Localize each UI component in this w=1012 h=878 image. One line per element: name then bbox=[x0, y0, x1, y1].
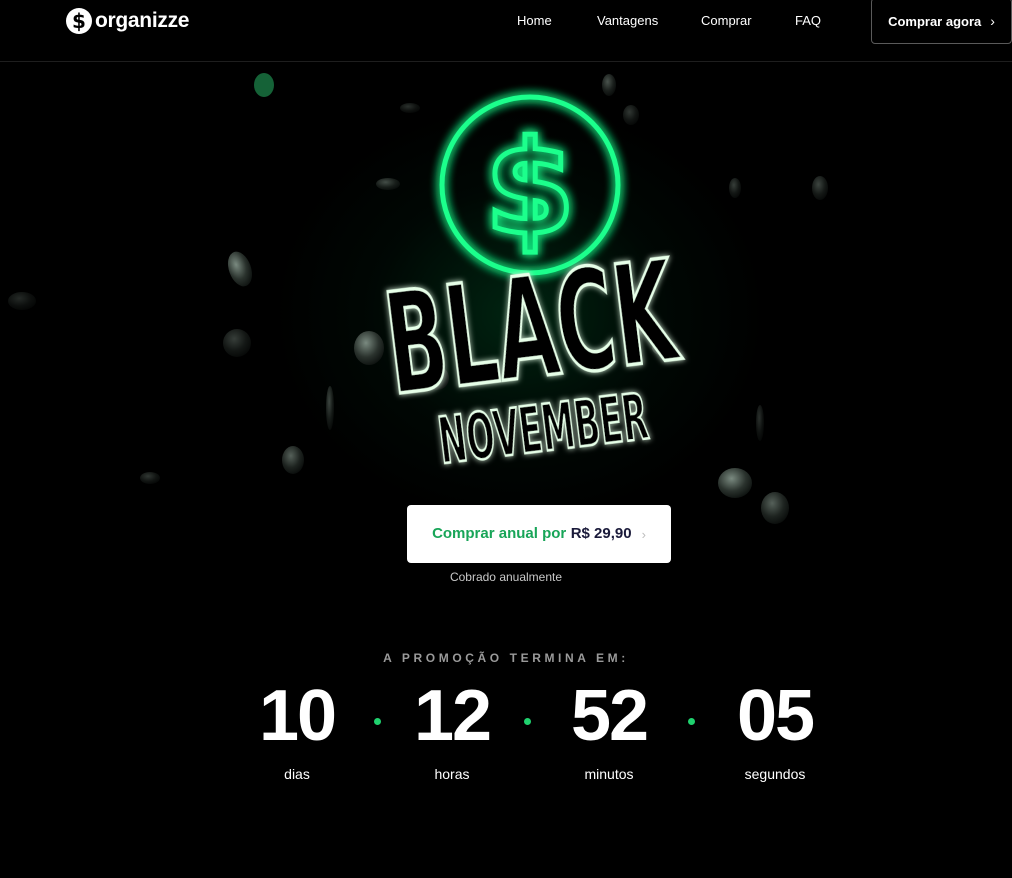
countdown-seconds-label: segundos bbox=[744, 766, 806, 782]
nav-item-home[interactable]: Home bbox=[517, 13, 552, 28]
countdown-minutes-label: minutos bbox=[584, 766, 634, 782]
countdown-days-label: dias bbox=[284, 766, 310, 782]
buy-annual-label: Comprar anual por bbox=[432, 525, 567, 542]
buy-now-button[interactable]: Comprar agora › bbox=[871, 0, 1012, 44]
hero-artwork: $ BLACK NOVEMBER bbox=[8, 73, 828, 524]
countdown-hours-value: 12 bbox=[413, 676, 492, 756]
countdown-title: A PROMOÇÃO TERMINA EM: bbox=[383, 651, 629, 665]
brand-name: organizze bbox=[95, 9, 190, 32]
billing-note: Cobrado anualmente bbox=[449, 570, 563, 584]
buy-annual-button[interactable]: Comprar anual por R$ 29,90 › bbox=[407, 505, 671, 563]
countdown-hours-label: horas bbox=[434, 766, 470, 782]
nav-item-vantagens[interactable]: Vantagens bbox=[597, 13, 658, 28]
chevron-right-icon: › bbox=[641, 526, 646, 542]
brand-logo[interactable]: $ organizze bbox=[66, 8, 189, 34]
countdown-separator-dot bbox=[688, 718, 695, 725]
dollar-logo-icon: $ bbox=[66, 8, 92, 34]
nav-item-comprar[interactable]: Comprar bbox=[701, 13, 752, 28]
hero-banner: $ BLACK NOVEMBER bbox=[0, 63, 1012, 563]
countdown-days-value: 10 bbox=[258, 676, 337, 756]
buy-annual-price: R$ 29,90 bbox=[570, 525, 632, 542]
top-navbar: $ organizze Home Vantagens Comprar FAQ C… bbox=[0, 0, 1012, 62]
countdown-minutes-value: 52 bbox=[570, 676, 649, 756]
nav-item-faq[interactable]: FAQ bbox=[795, 13, 821, 28]
emblem-dollar-glyph: $ bbox=[485, 112, 575, 264]
buy-now-label: Comprar agora bbox=[888, 13, 982, 29]
buy-annual-text: Comprar anual por R$ 29,90 bbox=[432, 525, 632, 543]
chevron-right-icon: › bbox=[990, 13, 995, 29]
countdown-seconds-value: 05 bbox=[736, 676, 815, 756]
